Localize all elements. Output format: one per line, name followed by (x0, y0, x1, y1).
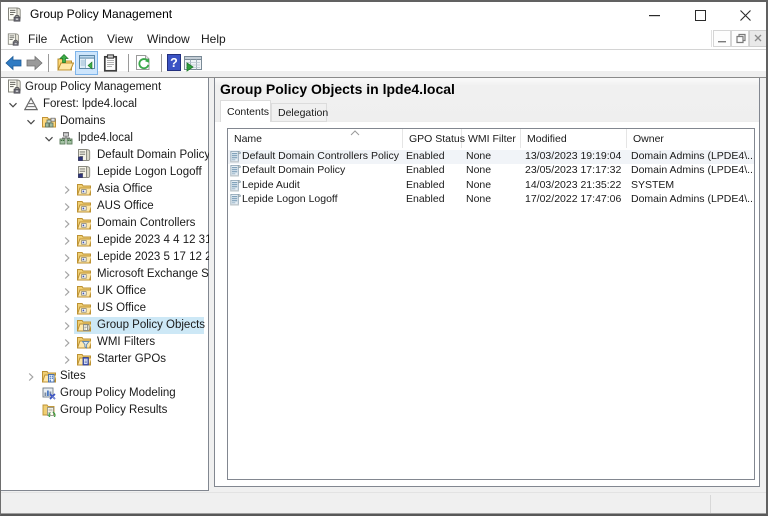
svg-text:?: ? (170, 56, 178, 70)
